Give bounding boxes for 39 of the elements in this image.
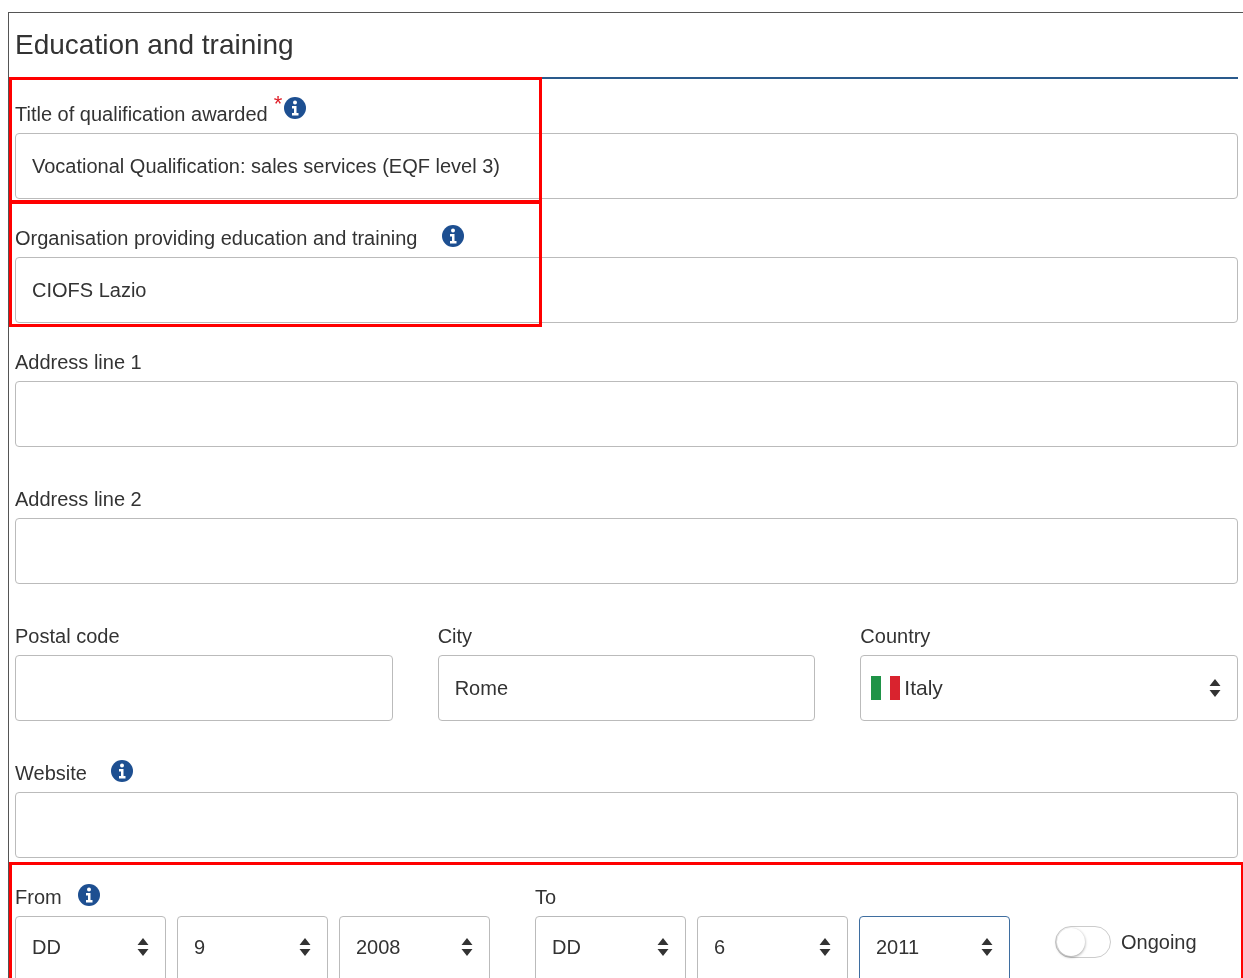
toggle-label: Ongoing xyxy=(1121,930,1197,955)
sort-arrows-icon xyxy=(981,937,993,957)
date-select[interactable]: DD xyxy=(535,916,686,978)
sort-arrows-icon xyxy=(1209,678,1221,698)
date-select[interactable]: 9 xyxy=(177,916,328,978)
field-label: To xyxy=(535,885,557,910)
date-select[interactable]: 2011 xyxy=(859,916,1010,978)
sort-arrows-icon xyxy=(657,937,669,957)
date-select[interactable]: 6 xyxy=(697,916,848,978)
field-label: From xyxy=(15,885,62,910)
info-icon[interactable] xyxy=(110,760,133,782)
field-label: Address line 1 xyxy=(15,350,142,375)
info-icon[interactable] xyxy=(284,97,307,119)
text-field[interactable]: Rome xyxy=(437,655,816,721)
sort-arrows-icon xyxy=(137,937,149,957)
info-icon[interactable] xyxy=(441,225,464,247)
field-label: City xyxy=(437,624,473,649)
text-field[interactable]: CIOFS Lazio xyxy=(15,257,1238,323)
text-field[interactable] xyxy=(15,381,1238,447)
field-label: Organisation providing education and training xyxy=(15,226,418,251)
text-field[interactable] xyxy=(15,655,393,721)
country-select[interactable]: Italy xyxy=(860,655,1238,721)
section-title: Education and training xyxy=(15,28,294,62)
field-label: Postal code xyxy=(15,624,120,649)
text-field[interactable] xyxy=(15,792,1238,858)
field-label: Title of qualification awarded xyxy=(15,102,268,127)
info-icon[interactable] xyxy=(77,884,100,906)
sort-arrows-icon xyxy=(819,937,831,957)
field-label: Address line 2 xyxy=(15,487,142,512)
text-field[interactable]: Vocational Qualification: sales services (EQF level 3) xyxy=(15,133,1238,199)
field-label: Website xyxy=(15,761,87,786)
date-select[interactable]: 2008 xyxy=(339,916,490,978)
date-select[interactable]: DD xyxy=(15,916,166,978)
sort-arrows-icon xyxy=(299,937,311,957)
field-label: Country xyxy=(860,624,931,649)
text-field[interactable] xyxy=(15,518,1238,584)
sort-arrows-icon xyxy=(461,937,473,957)
required-mark: * xyxy=(273,95,283,113)
toggle-switch[interactable] xyxy=(1055,926,1111,958)
